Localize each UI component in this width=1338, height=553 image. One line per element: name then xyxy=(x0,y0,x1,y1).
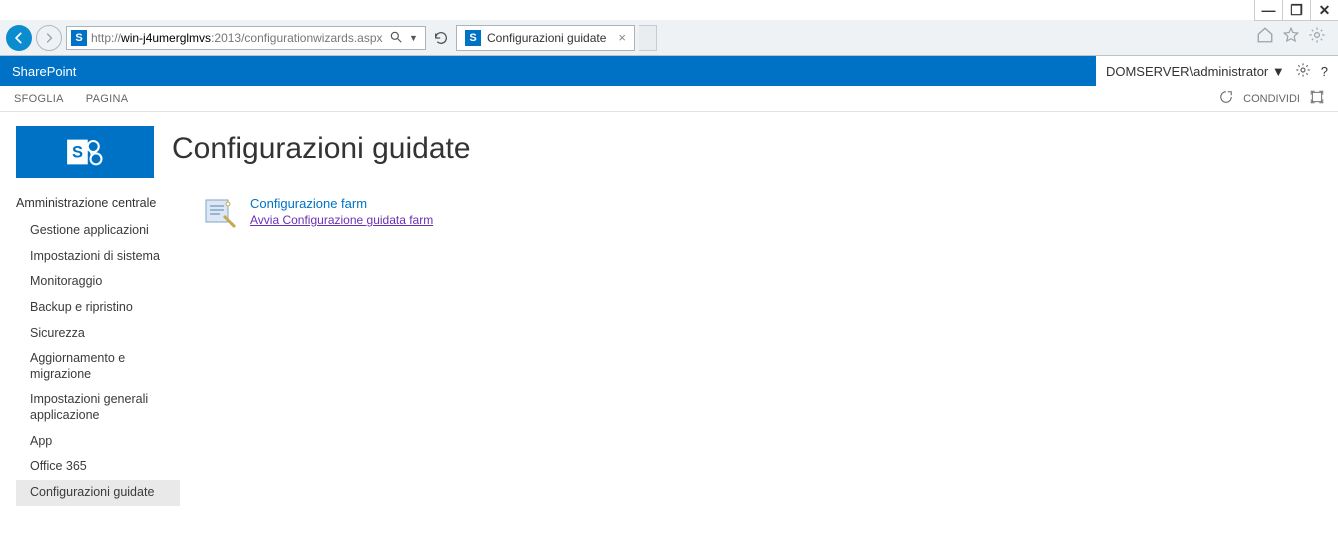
home-icon[interactable] xyxy=(1256,26,1274,49)
chevron-down-icon: ▼ xyxy=(1272,64,1285,79)
forward-button[interactable] xyxy=(36,25,62,51)
user-label: DOMSERVER\administrator xyxy=(1106,64,1268,79)
browser-toolbar: S http:// win-j4umerglmvs :2013/configur… xyxy=(0,20,1338,56)
wizard-start-link[interactable]: Avvia Configurazione guidata farm xyxy=(250,213,433,227)
tab-title: Configurazioni guidate xyxy=(487,31,606,45)
browser-tab[interactable]: S Configurazioni guidate × xyxy=(456,25,635,51)
nav-item-9[interactable]: Configurazioni guidate xyxy=(16,480,180,506)
sharepoint-favicon-icon: S xyxy=(465,30,481,46)
address-bar[interactable]: S http:// win-j4umerglmvs :2013/configur… xyxy=(66,26,426,50)
favorites-icon[interactable] xyxy=(1282,26,1300,49)
wizard-icon xyxy=(204,196,236,228)
nav-item-8[interactable]: Office 365 xyxy=(16,454,180,480)
search-icon[interactable] xyxy=(389,30,405,46)
nav-item-3[interactable]: Backup e ripristino xyxy=(16,295,180,321)
nav-item-0[interactable]: Gestione applicazioni xyxy=(16,218,180,244)
nav-item-6[interactable]: Impostazioni generali applicazione xyxy=(16,387,180,428)
svg-text:S: S xyxy=(72,144,83,162)
sharepoint-favicon-icon: S xyxy=(71,30,87,46)
nav-item-4[interactable]: Sicurezza xyxy=(16,321,180,347)
sharepoint-logo[interactable]: S xyxy=(16,126,154,178)
nav-item-1[interactable]: Impostazioni di sistema xyxy=(16,244,180,270)
suite-bar-right: DOMSERVER\administrator ▼ ? xyxy=(1096,56,1338,86)
user-menu[interactable]: DOMSERVER\administrator ▼ xyxy=(1106,64,1285,79)
search-dropdown-icon[interactable]: ▼ xyxy=(409,33,419,43)
nav-item-5[interactable]: Aggiornamento e migrazione xyxy=(16,346,180,387)
tab-browse[interactable]: SFOGLIA xyxy=(14,93,64,105)
refresh-button[interactable] xyxy=(430,27,452,49)
focus-icon[interactable] xyxy=(1310,90,1324,107)
window-minimize-button[interactable]: — xyxy=(1254,0,1282,20)
tab-page[interactable]: PAGINA xyxy=(86,93,129,105)
left-nav: Amministrazione centrale Gestione applic… xyxy=(16,196,180,506)
gear-icon[interactable] xyxy=(1295,62,1311,81)
back-button[interactable] xyxy=(6,25,32,51)
suite-brand[interactable]: SharePoint xyxy=(12,64,76,79)
page-title: Configurazioni guidate xyxy=(172,132,471,166)
help-icon[interactable]: ? xyxy=(1321,64,1328,79)
nav-header[interactable]: Amministrazione centrale xyxy=(16,196,180,210)
nav-item-2[interactable]: Monitoraggio xyxy=(16,269,180,295)
tab-close-icon[interactable]: × xyxy=(618,30,626,45)
nav-item-7[interactable]: App xyxy=(16,429,180,455)
wizard-title: Configurazione farm xyxy=(250,196,433,211)
url-path: :2013/configurationwizards.aspx xyxy=(211,31,382,45)
window-close-button[interactable]: ✕ xyxy=(1310,0,1338,20)
tools-icon[interactable] xyxy=(1308,26,1326,49)
share-button[interactable]: CONDIVIDI xyxy=(1243,93,1300,105)
ribbon: SFOGLIA PAGINA CONDIVIDI xyxy=(0,86,1338,112)
url-host: win-j4umerglmvs xyxy=(121,31,211,45)
url-scheme: http:// xyxy=(91,31,121,45)
share-icon[interactable] xyxy=(1219,90,1233,107)
new-tab-button[interactable] xyxy=(639,25,657,51)
window-maximize-button[interactable]: ❐ xyxy=(1282,0,1310,20)
